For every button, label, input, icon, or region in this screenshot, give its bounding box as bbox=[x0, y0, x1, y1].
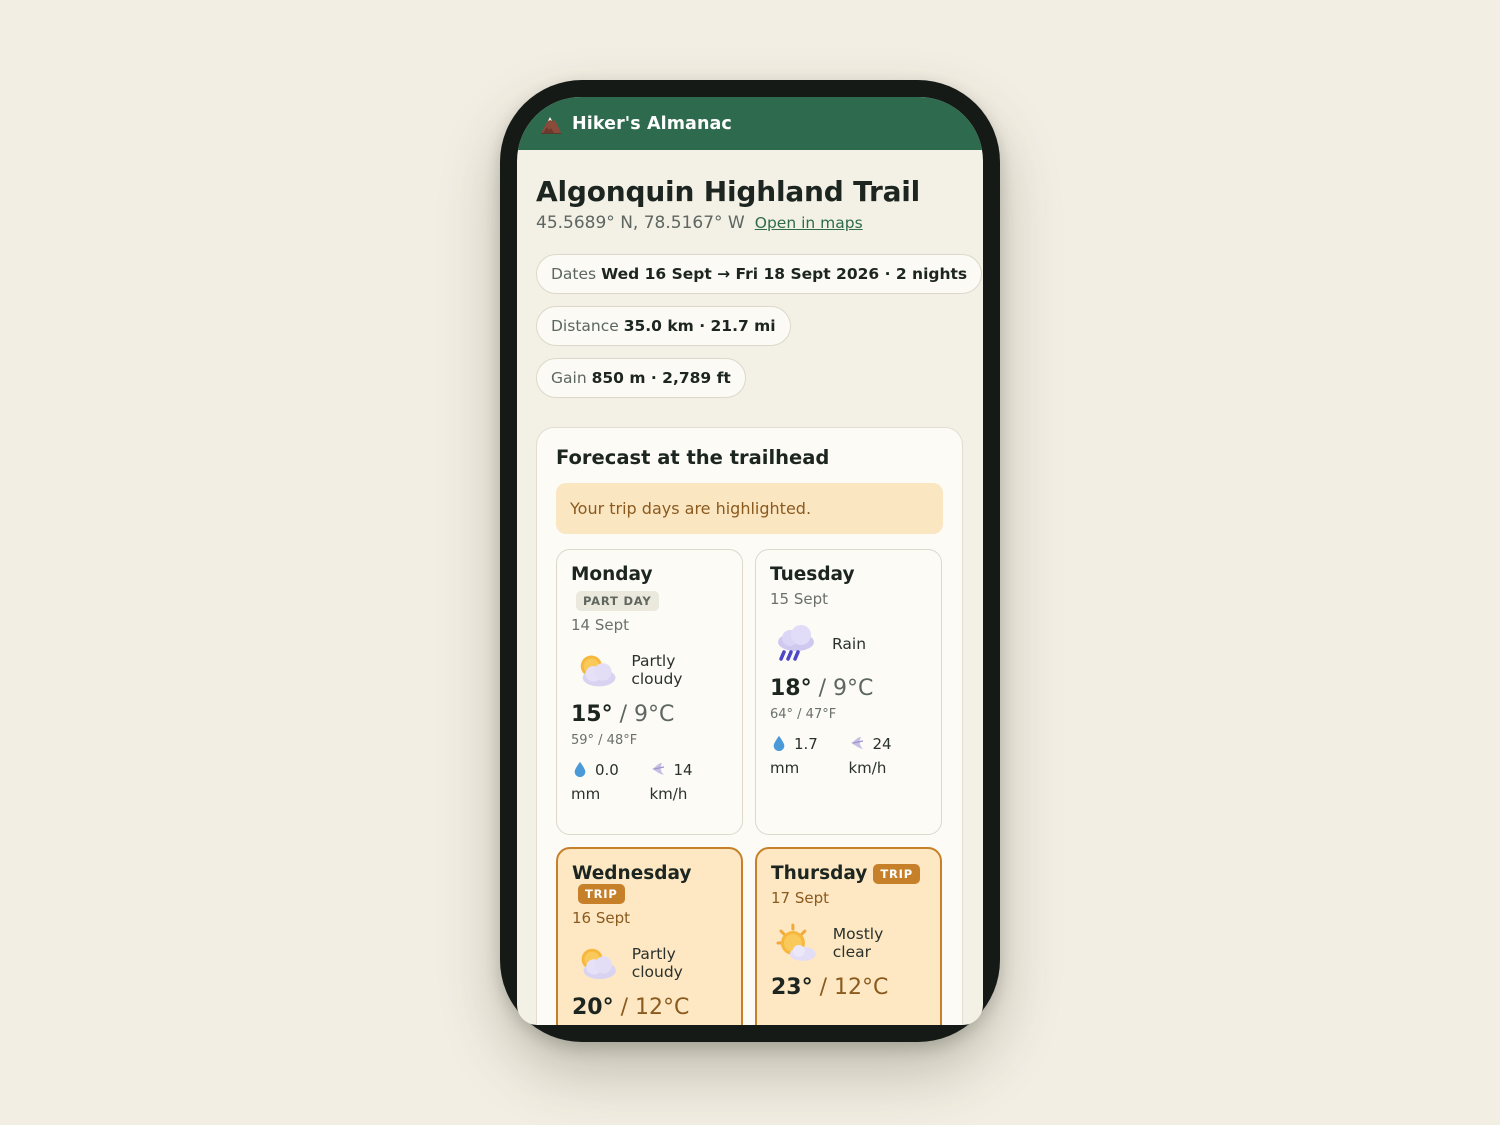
precip-value: 1.7 bbox=[794, 735, 818, 753]
trip-badge: TRIP bbox=[578, 884, 625, 904]
condition-label: Partly cloudy bbox=[631, 652, 683, 688]
day-stats: 1.7 mm 24 km/h bbox=[770, 732, 927, 780]
temperature-celsius: 23° / 12°C bbox=[771, 975, 926, 1000]
phone-frame: Hiker's Almanac Algonquin Highland Trail… bbox=[500, 80, 1000, 1042]
temperature-celsius: 20° / 12°C bbox=[572, 995, 727, 1020]
day-date: 14 Sept bbox=[571, 616, 630, 634]
precip-unit: mm bbox=[770, 759, 800, 777]
condition-label: Mostly clear bbox=[832, 925, 884, 961]
temperature-fahrenheit: 59° / 48°F bbox=[571, 733, 638, 748]
trip-badge: TRIP bbox=[873, 863, 920, 884]
app-bar: Hiker's Almanac bbox=[517, 97, 983, 150]
distance-chip-label: Distance bbox=[551, 317, 619, 335]
rain-icon bbox=[778, 625, 814, 661]
condition-row: Mostly clear bbox=[771, 923, 926, 963]
temperature-celsius: 15° / 9°C bbox=[571, 702, 728, 727]
dates-chip: Dates Wed 16 Sept → Fri 18 Sept 2026 · 2… bbox=[536, 254, 983, 294]
precipitation-stat: 0.0 mm bbox=[571, 758, 650, 806]
day-card-wednesday: Wednesday TRIP 16 Sept Partly cloudy 20°… bbox=[556, 847, 743, 1025]
trip-days-notice: Your trip days are highlighted. bbox=[556, 483, 943, 534]
condition-label: Partly cloudy bbox=[631, 945, 683, 981]
forecast-title: Forecast at the trailhead bbox=[556, 446, 830, 469]
gain-chip-value: 850 m · 2,789 ft bbox=[591, 369, 731, 387]
temp-low: / 9°C bbox=[619, 702, 675, 727]
gain-chip-label: Gain bbox=[551, 369, 587, 387]
day-card-monday: Monday PART DAY 14 Sept Partly cloudy 15… bbox=[556, 549, 743, 835]
droplet-icon bbox=[574, 761, 586, 777]
day-date: 15 Sept bbox=[770, 590, 829, 608]
distance-chip: Distance 35.0 km · 21.7 mi bbox=[536, 306, 791, 346]
partly-cloudy-icon bbox=[581, 948, 616, 980]
day-card-tuesday: Tuesday 15 Sept Rain 18° / 9°C 64° / 47°… bbox=[755, 549, 942, 835]
day-stats: 0.0 mm 14 km/h bbox=[571, 758, 728, 806]
temp-low: / 9°C bbox=[818, 676, 874, 701]
day-name: Monday bbox=[571, 564, 653, 585]
day-name: Thursday bbox=[771, 863, 868, 884]
precip-value: 0.0 bbox=[595, 761, 619, 779]
part-day-badge: PART DAY bbox=[576, 591, 659, 611]
dates-chip-value: Wed 16 Sept → Fri 18 Sept 2026 · 2 night… bbox=[601, 265, 968, 283]
coords-row: 45.5689° N, 78.5167° W Open in maps bbox=[536, 213, 963, 233]
wind-unit: km/h bbox=[649, 785, 688, 803]
wind-icon bbox=[651, 763, 664, 775]
distance-chip-value: 35.0 km · 21.7 mi bbox=[623, 317, 776, 335]
main-content: Algonquin Highland Trail 45.5689° N, 78.… bbox=[517, 150, 983, 1025]
open-in-maps-link[interactable]: Open in maps bbox=[755, 214, 863, 232]
temp-low: / 12°C bbox=[620, 995, 690, 1020]
day-header: Monday PART DAY bbox=[571, 564, 728, 611]
wind-value: 14 bbox=[673, 761, 693, 779]
wind-icon bbox=[850, 737, 863, 749]
wind-value: 24 bbox=[872, 735, 892, 753]
wind-stat: 14 km/h bbox=[650, 758, 729, 806]
day-name: Tuesday bbox=[770, 564, 855, 585]
condition-row: Rain bbox=[770, 624, 927, 664]
condition-row: Partly cloudy bbox=[571, 650, 728, 690]
day-card-thursday: Thursday TRIP 17 Sept Mostly clear 23° /… bbox=[755, 847, 942, 1025]
droplet-icon bbox=[773, 735, 785, 751]
trail-title: Algonquin Highland Trail bbox=[536, 175, 921, 208]
day-date: 17 Sept bbox=[771, 889, 830, 907]
temperature-celsius: 18° / 9°C bbox=[770, 676, 927, 701]
day-header: Tuesday bbox=[770, 564, 927, 585]
temp-high: 20° bbox=[572, 995, 614, 1020]
day-header: Thursday TRIP bbox=[771, 863, 926, 884]
day-date: 16 Sept bbox=[572, 909, 631, 927]
condition-row: Partly cloudy bbox=[572, 943, 727, 983]
temp-low: / 12°C bbox=[819, 975, 889, 1000]
temp-high: 23° bbox=[771, 975, 813, 1000]
day-header: Wednesday TRIP bbox=[572, 863, 727, 904]
mountain-icon bbox=[541, 116, 561, 134]
day-name: Wednesday bbox=[572, 863, 692, 884]
app-title: Hiker's Almanac bbox=[572, 113, 732, 134]
phone-screen: Hiker's Almanac Algonquin Highland Trail… bbox=[517, 97, 983, 1025]
day-forecast-grid: Monday PART DAY 14 Sept Partly cloudy 15… bbox=[556, 549, 943, 1025]
temperature-fahrenheit: 64° / 47°F bbox=[770, 707, 837, 722]
mostly-clear-icon bbox=[776, 923, 816, 961]
gain-chip: Gain 850 m · 2,789 ft bbox=[536, 358, 746, 398]
trip-summary-chips: Dates Wed 16 Sept → Fri 18 Sept 2026 · 2… bbox=[536, 254, 983, 410]
temp-high: 18° bbox=[770, 676, 812, 701]
wind-stat: 24 km/h bbox=[849, 732, 928, 780]
partly-cloudy-icon bbox=[580, 655, 616, 687]
dates-chip-label: Dates bbox=[551, 265, 597, 283]
precipitation-stat: 1.7 mm bbox=[770, 732, 849, 780]
wind-unit: km/h bbox=[848, 759, 887, 777]
trail-coordinates: 45.5689° N, 78.5167° W bbox=[536, 213, 745, 233]
precip-unit: mm bbox=[571, 785, 601, 803]
temp-high: 15° bbox=[571, 702, 613, 727]
condition-label: Rain bbox=[832, 635, 867, 653]
forecast-card: Forecast at the trailhead Your trip days… bbox=[536, 427, 963, 1025]
